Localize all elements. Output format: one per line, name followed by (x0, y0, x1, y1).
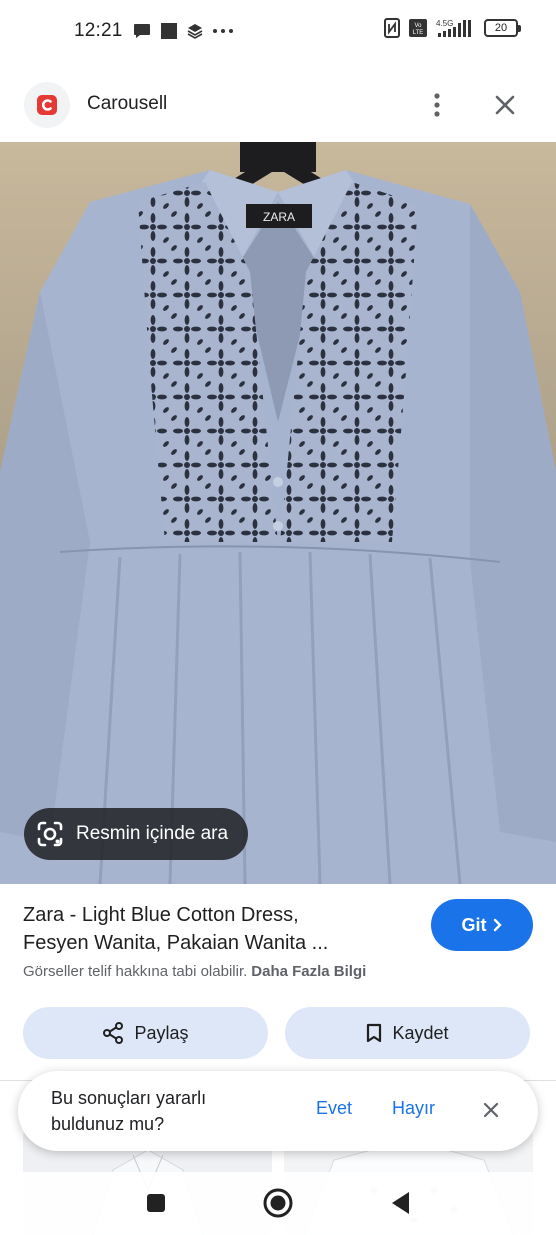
close-icon (495, 95, 515, 115)
site-name[interactable]: Carousell (87, 93, 167, 115)
feedback-question-line-1: Bu sonuçları yararlı (51, 1088, 207, 1108)
visit-label: Git (461, 914, 487, 935)
feedback-prompt: Bu sonuçları yararlı buldunuz mu? Evet H… (18, 1071, 538, 1151)
lens-icon (37, 821, 63, 847)
feedback-yes-button[interactable]: Evet (316, 1098, 352, 1119)
system-navigation-bar (0, 1172, 556, 1235)
home-circle-icon (263, 1188, 293, 1218)
learn-more-link[interactable]: Daha Fazla Bilgi (251, 963, 366, 980)
result-image[interactable]: ZARA (0, 142, 556, 884)
status-bar: 12:21 Vo LTE 4.5G 20 (0, 0, 556, 62)
feedback-no-button[interactable]: Hayır (392, 1098, 435, 1119)
svg-text:LTE: LTE (413, 30, 424, 36)
feedback-close-button[interactable] (478, 1097, 504, 1123)
recents-button[interactable] (136, 1186, 176, 1220)
result-title-line-2: Fesyen Wanita, Pakaian Wanita ... (23, 932, 329, 954)
share-label: Paylaş (134, 1022, 189, 1043)
result-title-line-1: Zara - Light Blue Cotton Dress, (23, 904, 299, 926)
notification-icons (133, 22, 234, 40)
share-icon (103, 1022, 124, 1044)
copyright-notice: Görseller telif hakkına tabi olabilir. Da… (23, 963, 366, 980)
svg-text:Vo: Vo (414, 23, 422, 29)
status-time: 12:21 (74, 20, 123, 41)
close-button[interactable] (486, 86, 524, 124)
layers-icon (187, 24, 202, 39)
viewer-header: Carousell (0, 72, 556, 138)
save-label: Kaydet (392, 1022, 449, 1043)
back-button[interactable] (380, 1186, 420, 1220)
more-options-button[interactable] (420, 86, 454, 124)
search-inside-image-button[interactable]: Resmin içinde ara (24, 808, 249, 860)
signal-icon: 4.5G (436, 19, 471, 37)
close-icon (483, 1102, 499, 1118)
more-vert-icon (434, 93, 440, 117)
site-favicon[interactable] (24, 82, 70, 128)
chevron-right-icon (493, 918, 502, 932)
bookmark-icon (367, 1023, 382, 1043)
network-label: 4.5G (436, 19, 453, 28)
square-icon (147, 1194, 165, 1212)
carousell-logo-icon (37, 95, 57, 115)
app-square-icon (160, 23, 177, 39)
result-title[interactable]: Zara - Light Blue Cotton Dress, Fesyen W… (23, 901, 403, 957)
battery-icon: 20 (484, 19, 521, 37)
visit-button[interactable]: Git (431, 899, 533, 951)
nfc-icon (384, 18, 400, 38)
brand-label: ZARA (263, 210, 295, 224)
volte-icon: VoLTE (409, 19, 427, 37)
dress-illustration: ZARA (0, 142, 556, 884)
home-button[interactable] (258, 1186, 298, 1220)
share-button[interactable]: Paylaş (23, 1007, 268, 1059)
search-inside-image-label: Resmin içinde ara (76, 823, 229, 844)
system-icons: Vo LTE 4.5G 20 (384, 18, 521, 38)
back-triangle-icon (392, 1192, 409, 1214)
message-icon (133, 24, 150, 38)
feedback-question-line-2: buldunuz mu? (51, 1114, 165, 1134)
battery-level: 20 (494, 22, 508, 34)
feedback-question: Bu sonuçları yararlı buldunuz mu? (51, 1085, 271, 1137)
save-button[interactable]: Kaydet (285, 1007, 530, 1059)
more-notifications-icon (212, 29, 233, 33)
copyright-text: Görseller telif hakkına tabi olabilir. (23, 963, 248, 980)
